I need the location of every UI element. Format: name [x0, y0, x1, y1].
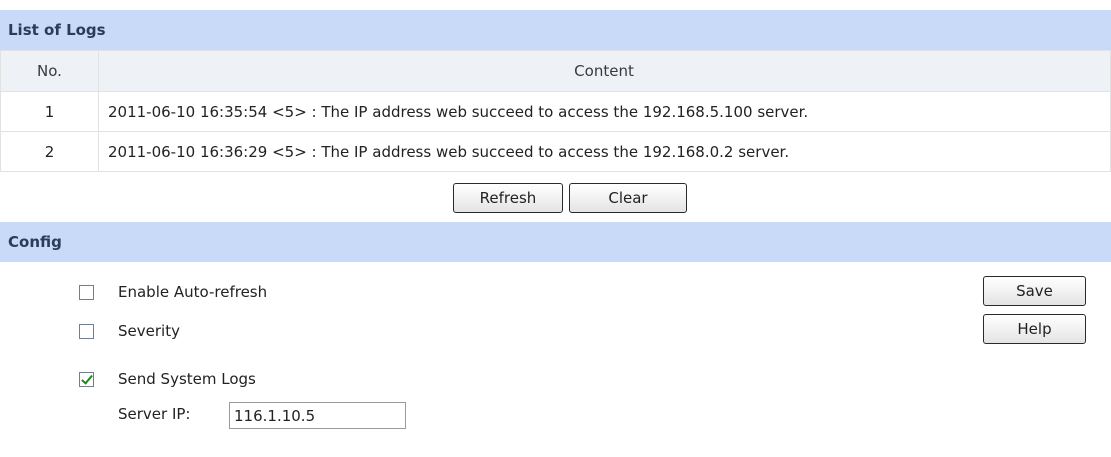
save-button[interactable]: Save [983, 276, 1086, 306]
auto-refresh-checkbox[interactable] [79, 284, 94, 300]
server-ip-input[interactable] [229, 402, 406, 429]
column-header-no: No. [0, 50, 99, 92]
log-no-cell: 1 [0, 91, 99, 132]
config-section-title: Config [8, 233, 62, 251]
send-system-logs-option: Send System Logs [79, 370, 256, 388]
help-button[interactable]: Help [983, 314, 1086, 344]
table-row: 2 2011-06-10 16:36:29 <5> : The IP addre… [0, 131, 1111, 172]
send-system-logs-checkbox[interactable] [79, 371, 94, 387]
config-section-header: Config [0, 222, 1111, 262]
severity-option: Severity [79, 322, 180, 340]
refresh-button[interactable]: Refresh [453, 183, 563, 213]
log-table: No. Content 1 2011-06-10 16:35:54 <5> : … [0, 50, 1111, 172]
column-header-content: Content [98, 50, 1111, 92]
logs-section-header: List of Logs [0, 10, 1111, 50]
severity-label: Severity [118, 322, 180, 340]
send-system-logs-label: Send System Logs [118, 370, 256, 388]
table-row: 1 2011-06-10 16:35:54 <5> : The IP addre… [0, 91, 1111, 132]
clear-button[interactable]: Clear [569, 183, 687, 213]
log-content-cell: 2011-06-10 16:35:54 <5> : The IP address… [98, 91, 1111, 132]
server-ip-label: Server IP: [118, 405, 191, 423]
log-table-header-row: No. Content [0, 50, 1111, 92]
auto-refresh-label: Enable Auto-refresh [118, 283, 268, 301]
severity-checkbox[interactable] [79, 323, 94, 339]
auto-refresh-option: Enable Auto-refresh [79, 283, 267, 301]
log-no-cell: 2 [0, 131, 99, 172]
log-content-cell: 2011-06-10 16:36:29 <5> : The IP address… [98, 131, 1111, 172]
logs-section-title: List of Logs [8, 21, 106, 39]
